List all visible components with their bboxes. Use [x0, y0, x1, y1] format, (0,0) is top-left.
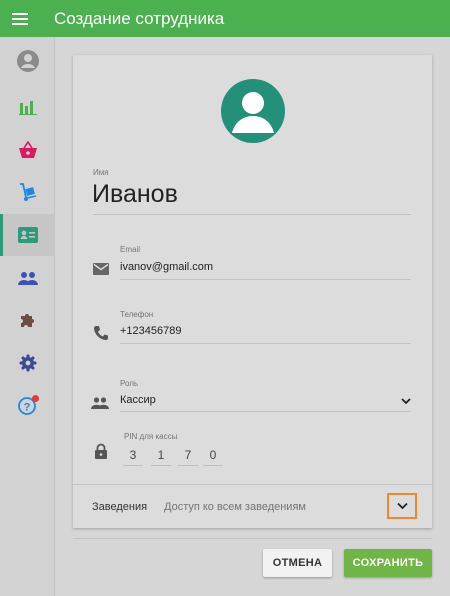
basket-icon	[18, 141, 37, 158]
name-label: Имя	[93, 168, 109, 177]
pin-digit-3[interactable]: 7	[178, 446, 198, 466]
puzzle-icon	[20, 314, 34, 327]
menu-icon	[12, 12, 28, 25]
role-select-value[interactable]: Кассир	[120, 394, 156, 406]
phone-label: Телефон	[120, 310, 154, 319]
sidebar-item-reports[interactable]	[0, 86, 55, 128]
role-icon	[91, 394, 109, 412]
pin-digit-2[interactable]: 1	[151, 446, 171, 466]
employee-form-card: Имя Иванов Email ivanov@gmail.com Телефо…	[73, 55, 432, 528]
account-circle-icon	[16, 50, 39, 72]
role-label: Роль	[120, 379, 139, 388]
notification-badge	[32, 395, 39, 402]
chevron-down-icon[interactable]	[401, 398, 411, 405]
pin-label: PIN для кассы	[124, 432, 178, 441]
hand-truck-icon	[19, 183, 36, 201]
sidebar-item-delivery[interactable]	[0, 171, 55, 213]
email-underline	[120, 279, 411, 280]
sidebar-item-sales[interactable]	[0, 129, 55, 171]
email-label: Email	[120, 245, 141, 254]
phone-icon	[92, 324, 110, 342]
sidebar-item-customers[interactable]	[0, 257, 55, 299]
save-button[interactable]: СОХРАНИТЬ	[344, 549, 432, 577]
name-underline	[93, 214, 411, 215]
section-divider	[73, 484, 432, 485]
sidebar-item-help[interactable]: ?	[0, 384, 55, 426]
venues-value: Доступ ко всем заведениям	[164, 501, 306, 513]
pin-digit-1[interactable]: 3	[123, 446, 143, 466]
chevron-down-icon	[396, 502, 408, 510]
pin-digit-4[interactable]: 0	[203, 446, 223, 466]
sidebar-item-settings[interactable]	[0, 342, 55, 384]
venues-expand-button[interactable]	[387, 493, 417, 519]
sidebar: ?	[0, 37, 55, 596]
sidebar-item-profile[interactable]	[0, 40, 55, 82]
name-field[interactable]: Иванов	[92, 180, 178, 209]
email-icon	[92, 260, 110, 278]
email-field[interactable]: ivanov@gmail.com	[120, 261, 213, 273]
person-icon	[232, 92, 274, 133]
actions-divider	[73, 538, 432, 539]
menu-button[interactable]	[0, 0, 40, 37]
cancel-button[interactable]: ОТМЕНА	[263, 549, 332, 577]
phone-field[interactable]: +123456789	[120, 325, 181, 337]
sidebar-item-integrations[interactable]	[0, 299, 55, 341]
gear-icon	[19, 354, 36, 372]
lock-icon	[92, 442, 110, 460]
bar-chart-icon	[18, 101, 37, 115]
page-title: Создание сотрудника	[54, 8, 225, 28]
app-bar: Создание сотрудника	[0, 0, 450, 37]
id-card-icon	[17, 227, 38, 243]
svg-text:?: ?	[23, 402, 30, 414]
phone-underline	[120, 343, 411, 344]
role-underline	[120, 411, 411, 412]
people-icon	[17, 272, 38, 285]
venues-label: Заведения	[92, 501, 148, 513]
avatar[interactable]	[221, 79, 285, 143]
sidebar-item-employees[interactable]	[0, 214, 55, 256]
